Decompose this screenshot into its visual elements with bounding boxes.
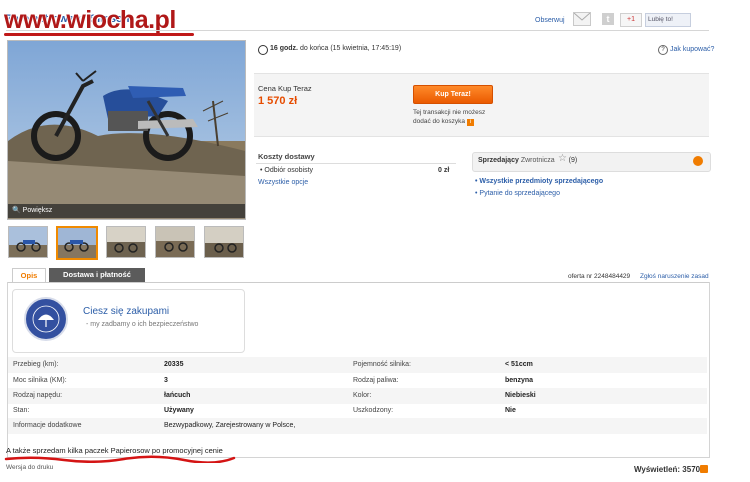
clock-icon — [258, 45, 268, 55]
param-row: Stan: Używany Uszkodzony: Nie — [13, 407, 516, 414]
how-to-buy-link[interactable]: Jak kupować? — [670, 46, 714, 53]
param-row: Przebieg (km): 20335 Pojemność silnika: … — [8, 357, 707, 373]
offer-number: oferta nr 2248484429 — [568, 273, 631, 280]
ask-seller-link[interactable]: • Pytanie do sprzedającego — [475, 190, 560, 197]
print-version-link[interactable]: Wersja do druku — [6, 464, 53, 471]
thumbnail[interactable] — [155, 226, 195, 258]
shipping-title: Koszty dostawy — [258, 152, 315, 161]
thumbnail[interactable] — [106, 226, 146, 258]
info-icon[interactable]: i — [466, 119, 474, 126]
tab-shipping-payment[interactable]: Dostawa i płatność — [49, 268, 145, 282]
report-violation-link[interactable]: Zgłoś naruszenie zasad — [640, 273, 709, 280]
buyer-protection-badge — [24, 297, 68, 341]
mail-icon[interactable] — [573, 12, 591, 26]
observe-link[interactable]: Obserwuj — [535, 17, 565, 24]
buy-now-button[interactable]: Kup Teraz! — [413, 85, 493, 104]
all-shipping-options-link[interactable]: Wszystkie opcje — [258, 179, 308, 186]
zoom-label: Powiększ — [22, 207, 53, 214]
time-remaining: 16 godz. do końca (15 kwietnia, 17:45:19… — [270, 45, 402, 52]
price-box — [254, 73, 709, 137]
thumbnail[interactable] — [204, 226, 244, 258]
watermark-underline — [4, 33, 194, 36]
chevron-down-icon[interactable] — [693, 156, 703, 166]
param-row: Moc silnika (KM): 3 Rodzaj paliwa: benzy… — [13, 377, 534, 384]
seller-items-link[interactable]: • Wszystkie przedmioty sprzedającego — [475, 178, 603, 185]
param-row: Informacje dodatkowe Bezwypadkowy, Zarej… — [8, 418, 707, 434]
description-text: A także sprzedam kilka paczek Papierosow… — [6, 446, 223, 455]
tab-description[interactable]: Opis — [12, 268, 46, 283]
thumbnail-selected[interactable] — [56, 226, 98, 260]
protection-subtitle: - my zadbamy o ich bezpieczeństwo — [86, 321, 199, 328]
price-value: 1 570 zł — [258, 95, 298, 107]
price-label: Cena Kup Teraz — [258, 84, 312, 93]
star-icon: ☆ — [558, 153, 567, 164]
gplus-button[interactable]: +1 — [620, 13, 642, 27]
protection-title: Ciesz się zakupami — [83, 306, 170, 317]
help-icon[interactable]: ? — [658, 45, 668, 55]
facebook-like-button[interactable]: Lubię to! — [645, 13, 691, 27]
view-counter: Wyświetleń: 3570 — [634, 465, 701, 474]
shipping-price: 0 zł — [438, 167, 450, 174]
shipping-divider — [256, 163, 456, 164]
param-row: Rodzaj napędu: łańcuch Kolor: Niebieski — [8, 388, 707, 404]
info-icon[interactable] — [700, 465, 708, 473]
zoom-bar[interactable]: 🔍 Powiększ — [8, 204, 245, 218]
cart-note: Tej transakcji nie możesz dodać do koszy… — [413, 109, 486, 126]
main-photo[interactable] — [7, 40, 246, 220]
red-underline-mark — [4, 455, 236, 463]
magnifier-icon: 🔍 — [12, 207, 21, 214]
thumbnail[interactable] — [8, 226, 48, 258]
shipping-option: • Odbiór osobisty — [260, 167, 314, 174]
twitter-icon[interactable]: t — [602, 13, 614, 25]
header-divider — [6, 30, 709, 31]
